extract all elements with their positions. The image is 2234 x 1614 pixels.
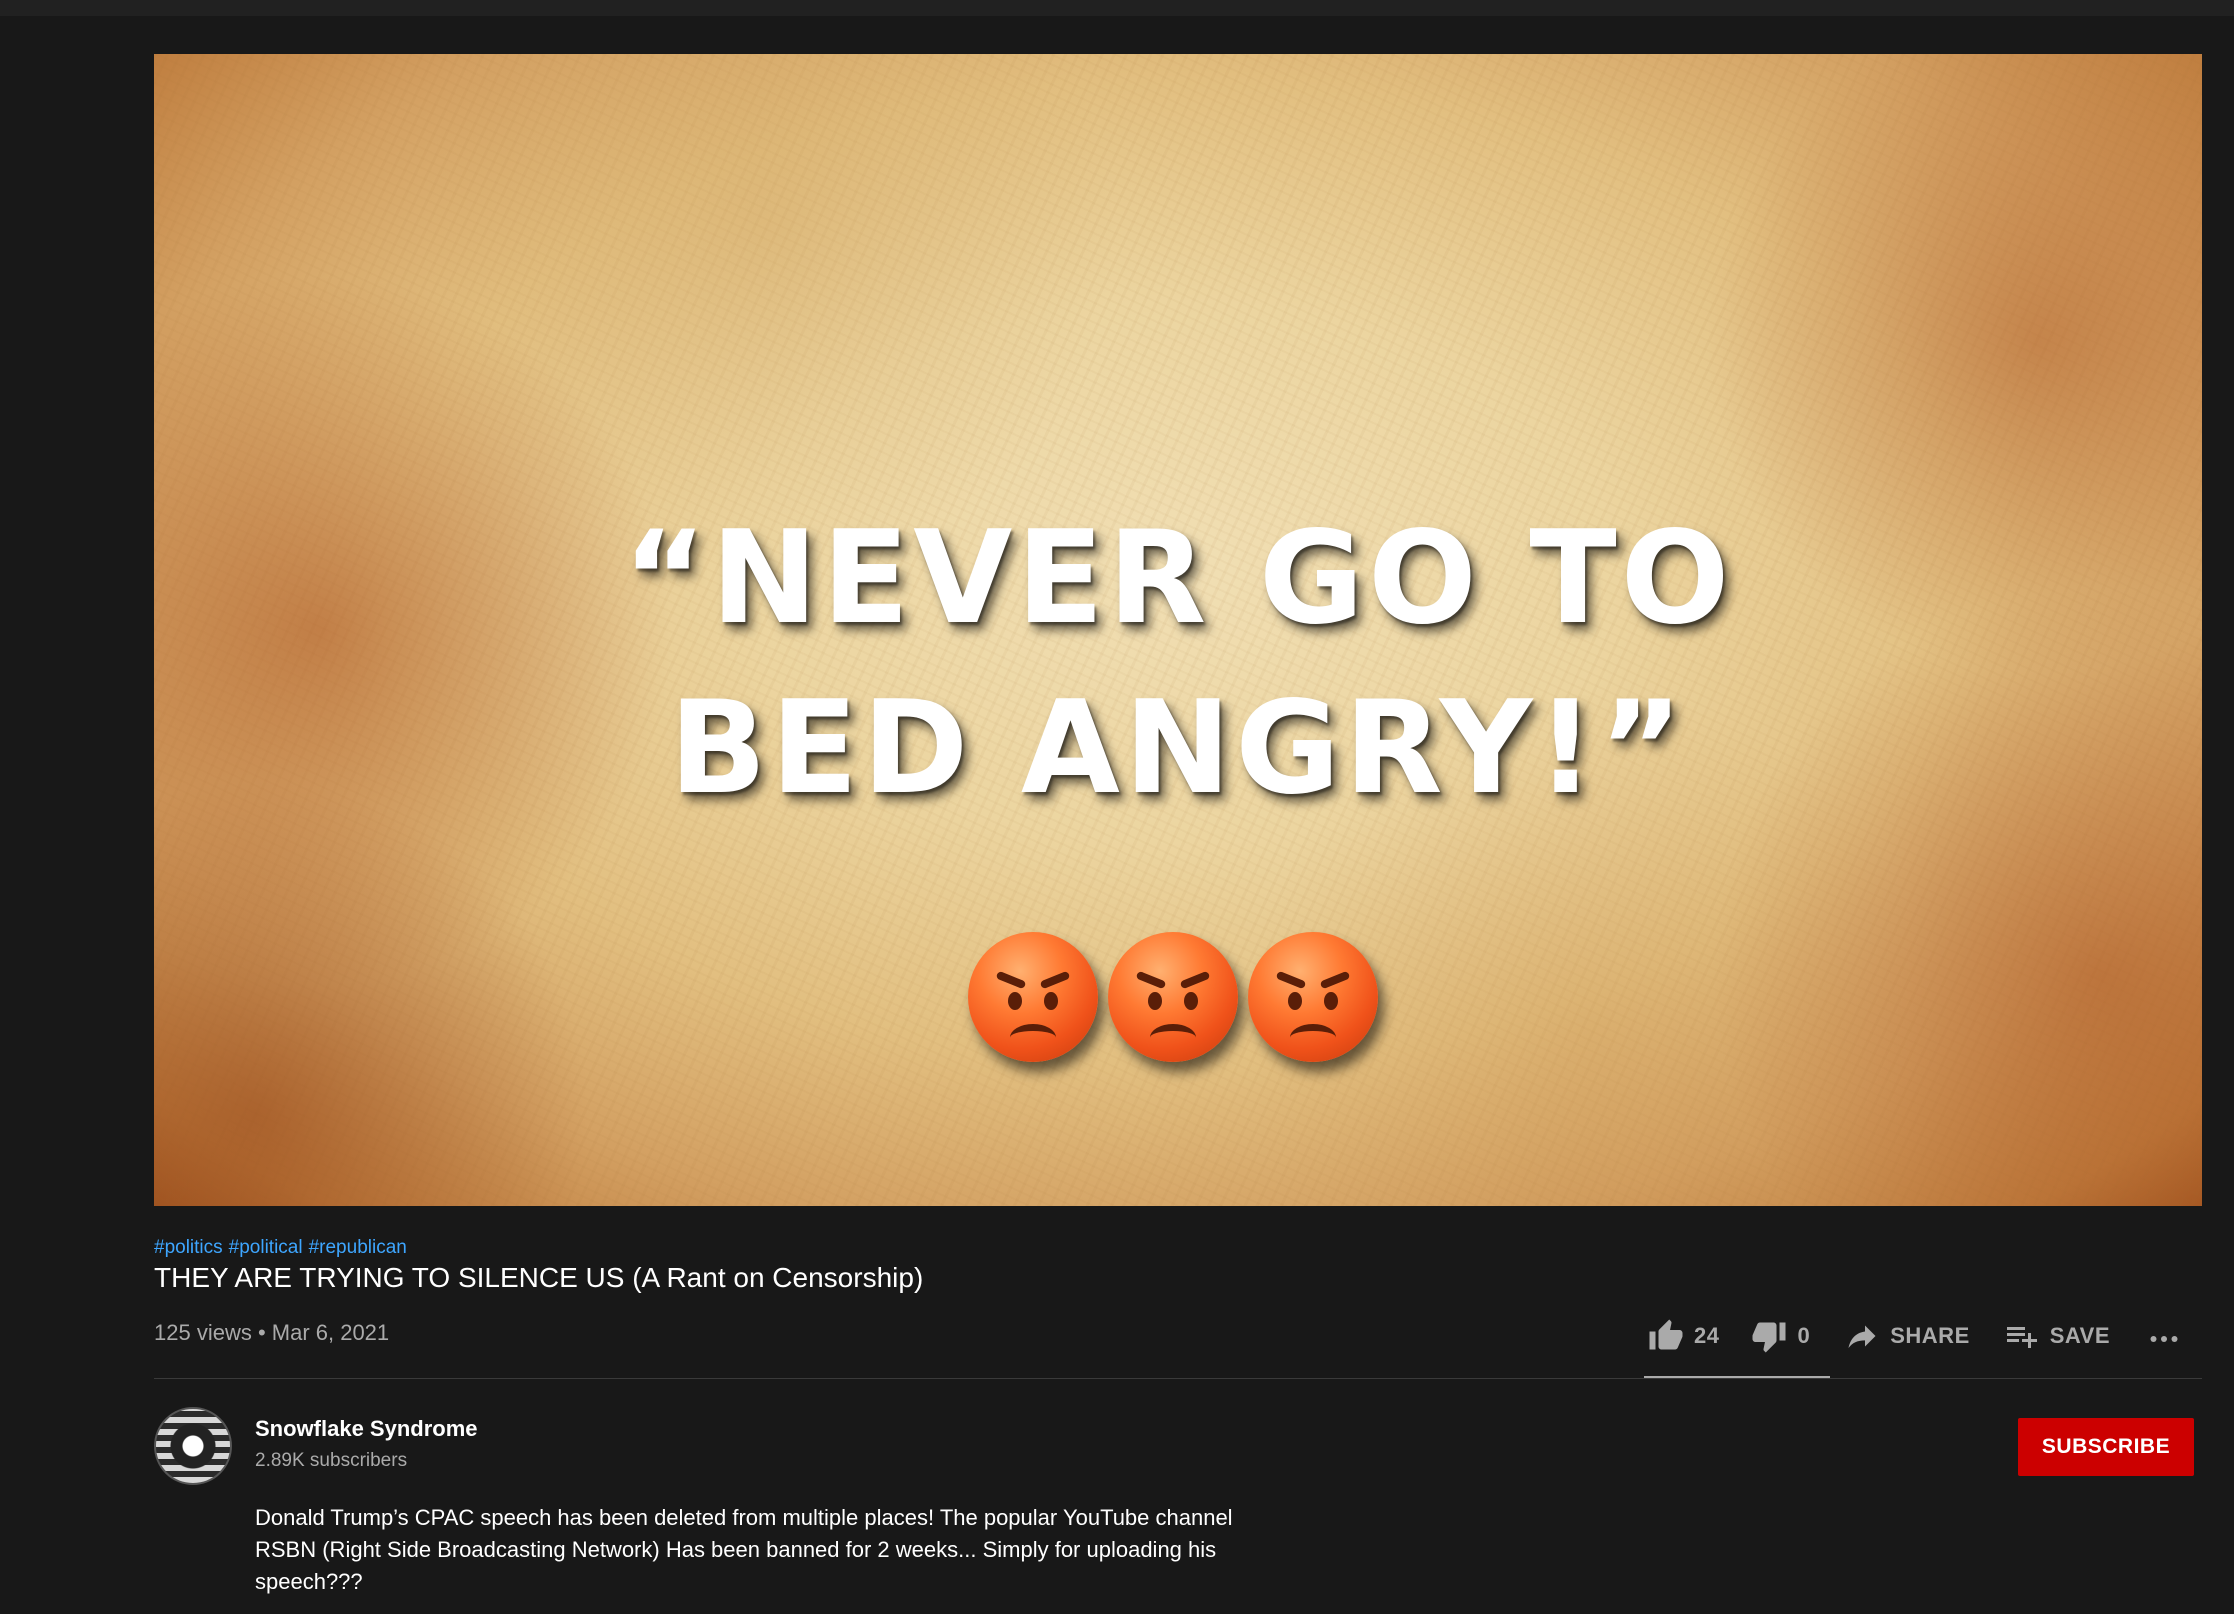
thumbnail-quote-line-1: “NEVER GO TO [622,504,1734,653]
save-label: SAVE [2049,1323,2111,1348]
more-horizontal-icon [2150,1336,2178,1342]
thumbnail-quote: “NEVER GO TO BED ANGRY!” [154,494,2202,834]
video-title: THEY ARE TRYING TO SILENCE US (A Rant on… [154,1262,924,1293]
hashtag-link[interactable]: #political [229,1237,303,1258]
like-button[interactable]: 24 [1648,1318,1719,1354]
angry-emoji-row [154,932,2202,1062]
subscriber-count: 2.89K subscribers [255,1450,408,1471]
share-label: SHARE [1890,1323,1970,1348]
video-actions: 24 0 SHARE SAVE [1648,1312,2182,1360]
video-meta: 125 views • Mar 6, 2021 [154,1320,390,1345]
thumbnail-quote-line-2: BED ANGRY!” [669,674,1687,823]
video-player[interactable]: “NEVER GO TO BED ANGRY!” [154,54,2202,1206]
dislike-count: 0 [1797,1323,1811,1348]
top-bar [0,0,2234,16]
dislike-button[interactable]: 0 [1751,1318,1810,1354]
share-arrow-icon [1848,1325,1876,1348]
angry-face-icon [1248,932,1378,1062]
more-actions-button[interactable] [2146,1318,2182,1354]
thumbs-up-icon [1649,1319,1683,1350]
hashtag-link[interactable]: #republican [309,1237,407,1258]
subscribe-button[interactable]: SUBSCRIBE [2018,1418,2194,1476]
save-button[interactable]: SAVE [2004,1318,2110,1354]
angry-face-icon [968,932,1098,1062]
playlist-add-icon [2006,1327,2037,1348]
angry-face-icon [1108,932,1238,1062]
share-button[interactable]: SHARE [1844,1318,1970,1354]
thumbs-down-icon [1752,1322,1786,1353]
like-count: 24 [1694,1323,1720,1348]
video-description: Donald Trump’s CPAC speech has been dele… [255,1505,1233,1594]
channel-name[interactable]: Snowflake Syndrome [255,1416,478,1442]
hashtag-link[interactable]: #politics [154,1237,223,1258]
channel-avatar[interactable] [154,1407,232,1485]
hashtag-list: #politics #political #republican [154,1237,413,1259]
divider [154,1378,2202,1379]
